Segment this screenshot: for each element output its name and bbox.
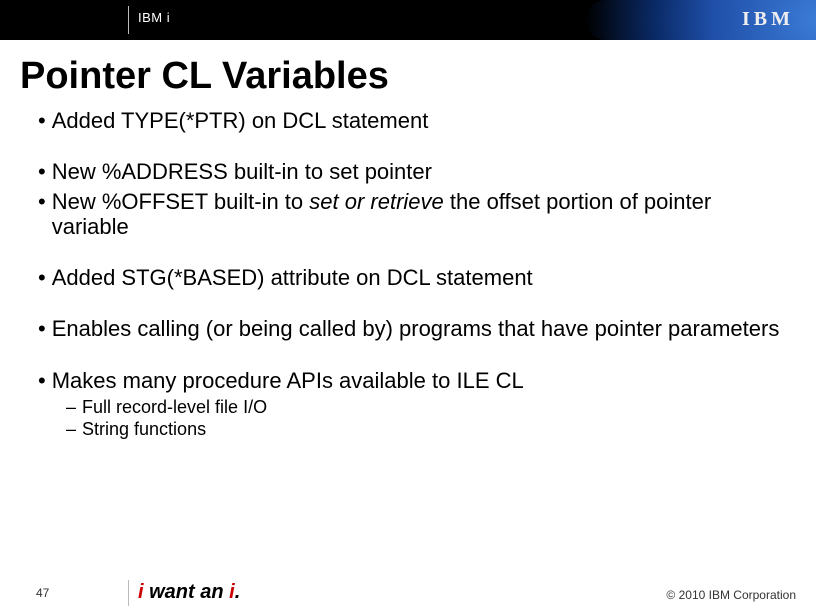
tagline-text: want an — [144, 581, 230, 603]
bullet-item: • Added STG(*BASED) attribute on DCL sta… — [38, 265, 786, 290]
sub-bullet-item: – String functions — [66, 419, 786, 441]
slide-title: Pointer CL Variables — [20, 55, 389, 98]
slide-content: • Added TYPE(*PTR) on DCL statement • Ne… — [38, 108, 786, 440]
bullet-text-italic: set or retrieve — [309, 189, 444, 214]
dash-icon: – — [66, 397, 76, 419]
bullet-item: • New %OFFSET built-in to set or retriev… — [38, 189, 786, 240]
bullet-item: • Makes many procedure APIs available to… — [38, 368, 786, 393]
bullet-text: New %OFFSET built-in to set or retrieve … — [52, 189, 786, 240]
bullet-icon: • — [38, 316, 46, 341]
bullet-text: Makes many procedure APIs available to I… — [52, 368, 786, 393]
bullet-item: • Added TYPE(*PTR) on DCL statement — [38, 108, 786, 133]
bullet-text: Added STG(*BASED) attribute on DCL state… — [52, 265, 786, 290]
product-name: IBM i — [138, 10, 170, 25]
bullet-item: • Enables calling (or being called by) p… — [38, 316, 786, 341]
slide-header: IBM i IBM — [0, 0, 816, 40]
bullet-icon: • — [38, 159, 46, 184]
bullet-icon: • — [38, 265, 46, 290]
bullet-item: • New %ADDRESS built-in to set pointer — [38, 159, 786, 184]
bullet-icon: • — [38, 189, 46, 240]
sub-bullet-text: String functions — [82, 419, 206, 441]
page-number: 47 — [36, 586, 49, 600]
bullet-icon: • — [38, 368, 46, 393]
bullet-text: Enables calling (or being called by) pro… — [52, 316, 786, 341]
bullet-text: Added TYPE(*PTR) on DCL statement — [52, 108, 786, 133]
header-divider — [128, 6, 129, 34]
copyright-text: © 2010 IBM Corporation — [666, 588, 796, 602]
slide-footer: 47 i want an i. © 2010 IBM Corporation — [0, 576, 816, 612]
bullet-icon: • — [38, 108, 46, 133]
footer-tagline: i want an i. — [138, 581, 240, 604]
tagline-dot: . — [235, 581, 241, 603]
bullet-text-part: New %OFFSET built-in to — [52, 189, 310, 214]
ibm-logo: IBM — [742, 8, 794, 31]
slide: IBM i IBM Pointer CL Variables • Added T… — [0, 0, 816, 612]
bullet-text: New %ADDRESS built-in to set pointer — [52, 159, 786, 184]
sub-bullet-item: – Full record-level file I/O — [66, 397, 786, 419]
dash-icon: – — [66, 419, 76, 441]
sub-bullet-text: Full record-level file I/O — [82, 397, 267, 419]
footer-divider — [128, 580, 129, 606]
